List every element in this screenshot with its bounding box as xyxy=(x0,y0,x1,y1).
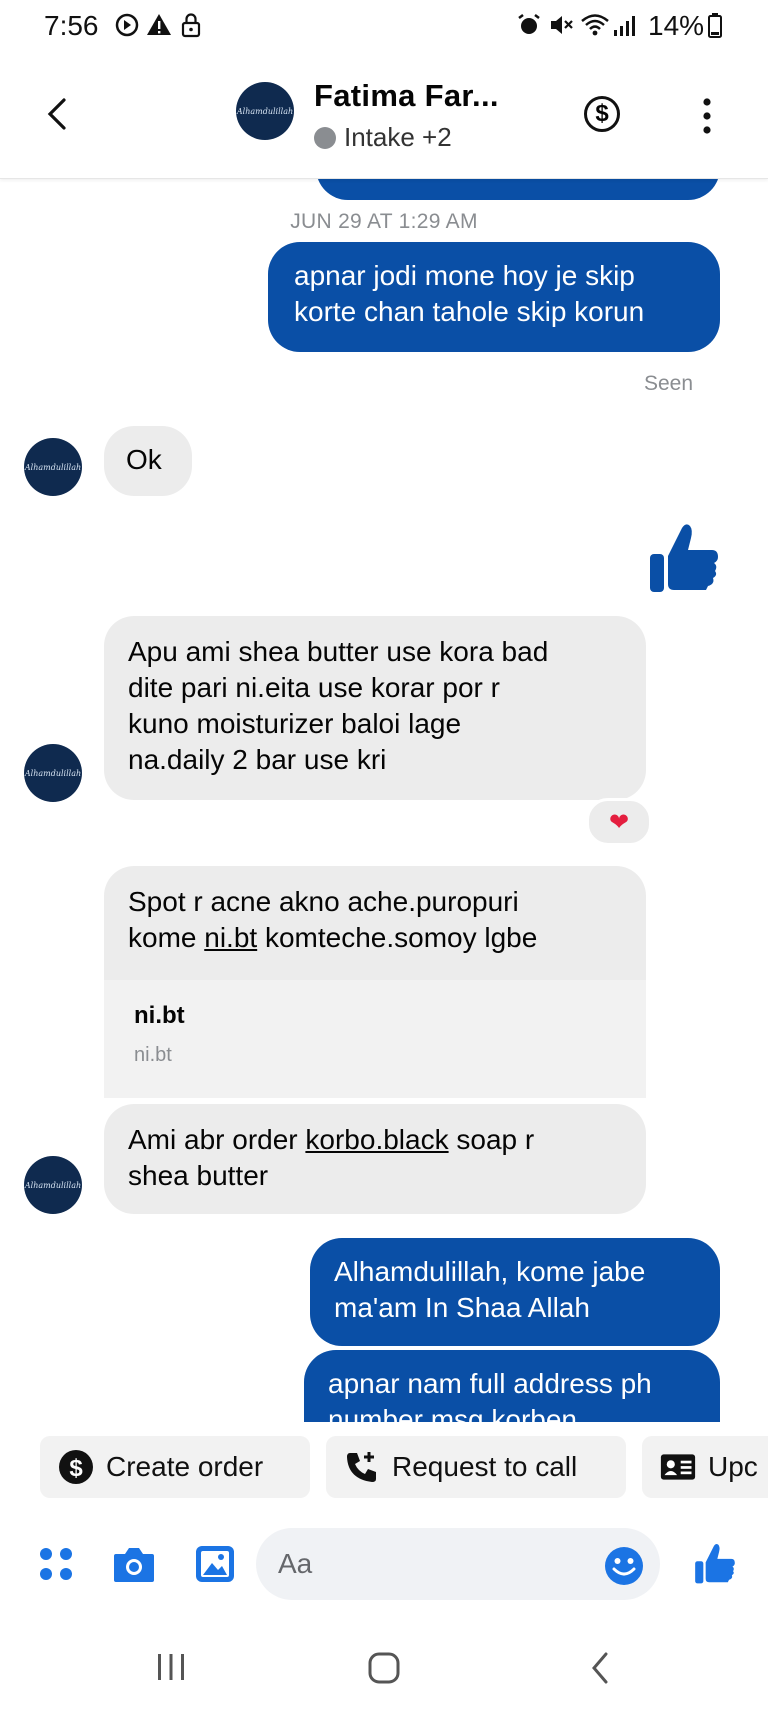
phone-plus-icon xyxy=(344,1449,380,1485)
id-card-icon xyxy=(660,1449,696,1485)
camera-icon[interactable] xyxy=(112,1544,156,1584)
battery-percentage: 14% xyxy=(648,10,705,41)
sender-avatar[interactable]: Alhamdulillah xyxy=(24,1156,82,1214)
link-preview-domain: ni.bt xyxy=(134,1044,172,1066)
status-bar: 7:56 14% xyxy=(0,0,768,52)
sender-avatar[interactable]: Alhamdulillah xyxy=(24,438,82,496)
message-text-line: kome ni.bt komteche.somoy lgbe xyxy=(128,920,622,956)
message-bubble-outgoing[interactable]: apnar nam full address ph number msg kor… xyxy=(304,1350,720,1422)
message-text-line: kuno moisturizer baloi lage xyxy=(128,708,462,739)
contact-name[interactable]: Fatima Far... xyxy=(314,78,499,114)
message-text-line: number msg korben xyxy=(328,1404,578,1422)
message-text-line: apnar nam full address ph xyxy=(328,1368,652,1399)
message-text-line: na.daily 2 bar use kri xyxy=(128,744,387,775)
apps-icon[interactable] xyxy=(36,1544,76,1584)
signal-icon xyxy=(614,16,635,36)
message-text-line: dite pari ni.eita use korar por r xyxy=(128,672,500,703)
message-text: Ok xyxy=(126,444,162,475)
message-text-line: Alhamdulillah, kome jabe xyxy=(334,1256,646,1287)
recent-apps-icon[interactable] xyxy=(154,1650,188,1684)
inline-link[interactable]: ni.bt xyxy=(204,922,257,953)
message-text-line: shea butter xyxy=(128,1160,269,1191)
text-fragment: Ami abr order xyxy=(128,1124,306,1155)
wifi-icon xyxy=(581,14,609,36)
sender-avatar[interactable]: Alhamdulillah xyxy=(24,744,82,802)
message-clip: apnar nam full address ph number msg kor… xyxy=(304,1350,724,1422)
contact-avatar[interactable]: Alhamdulillah xyxy=(236,82,294,140)
contact-subtitle-text: Intake +2 xyxy=(344,122,452,152)
dollar-circle-icon: $ xyxy=(58,1449,94,1485)
message-bubble-outgoing[interactable]: apnar jodi mone hoy je skip korte chan t… xyxy=(268,242,720,352)
message-bubble-outgoing[interactable]: Alhamdulillah, kome jabe ma'am In Shaa A… xyxy=(310,1238,720,1346)
message-bubble-incoming[interactable]: Spot r acne akno ache.puropuri kome ni.b… xyxy=(104,866,646,986)
home-icon[interactable] xyxy=(366,1650,402,1686)
heart-reaction-icon[interactable]: ❤ xyxy=(586,798,652,846)
back-icon[interactable] xyxy=(40,94,76,134)
like-sticker-icon[interactable] xyxy=(648,520,720,594)
message-timestamp: JUN 29 AT 1:29 AM xyxy=(290,210,478,233)
link-preview-title: ni.bt xyxy=(134,1002,185,1029)
battery-icon xyxy=(708,13,722,38)
status-time: 7:56 xyxy=(44,10,99,41)
chip-label: Create order xyxy=(106,1451,264,1482)
create-order-button[interactable]: $ Create order xyxy=(40,1436,310,1498)
message-text-line: Apu ami shea butter use kora bad xyxy=(128,636,549,667)
message-text-line: korte chan tahole skip korun xyxy=(294,296,645,327)
chip-label: Request to call xyxy=(392,1451,578,1482)
data-saver-icon xyxy=(115,13,139,37)
text-fragment: komteche.somoy lgbe xyxy=(257,922,538,953)
more-vertical-icon[interactable] xyxy=(700,96,714,136)
alarm-icon xyxy=(518,14,540,34)
message-input-placeholder: Aa xyxy=(278,1548,313,1579)
seen-indicator: Seen xyxy=(644,372,694,395)
text-fragment: kome xyxy=(128,922,205,953)
message-input[interactable]: Aa xyxy=(256,1528,660,1600)
emoji-icon[interactable] xyxy=(604,1546,644,1586)
text-fragment: soap r xyxy=(448,1124,535,1155)
composer-bar: Aa xyxy=(0,1522,768,1618)
inline-link[interactable]: korbo.black xyxy=(305,1124,448,1155)
message-text-line: ma'am In Shaa Allah xyxy=(334,1292,590,1323)
system-back-icon[interactable] xyxy=(586,1650,614,1686)
image-icon[interactable] xyxy=(194,1544,236,1584)
svg-text:$: $ xyxy=(69,1455,83,1482)
mute-icon xyxy=(551,16,573,34)
lock-icon xyxy=(181,13,201,38)
message-text-line: Spot r acne akno ache.puropuri xyxy=(128,886,519,917)
chip-label: Upc xyxy=(708,1451,758,1482)
message-bubble-incoming[interactable]: Ok xyxy=(104,426,192,496)
message-text-line: Ami abr order korbo.black soap r xyxy=(128,1122,622,1158)
update-button[interactable]: Upc xyxy=(642,1436,768,1498)
message-bubble-incoming[interactable]: Ami abr order korbo.black soap r shea bu… xyxy=(104,1104,646,1214)
message-text-line: apnar jodi mone hoy je skip xyxy=(294,260,635,291)
link-preview-card[interactable]: ni.bt ni.bt xyxy=(104,980,646,1098)
contact-subtitle[interactable]: Intake +2 xyxy=(314,122,452,153)
quick-actions-bar: $ Create order Request to call Upc xyxy=(0,1422,768,1506)
request-to-call-button[interactable]: Request to call xyxy=(326,1436,626,1498)
chat-header: Alhamdulillah Fatima Far... Intake +2 $ xyxy=(0,52,768,179)
message-bubble-incoming[interactable]: Apu ami shea butter use kora bad dite pa… xyxy=(104,616,646,800)
dollar-icon[interactable]: $ xyxy=(584,96,620,132)
presence-dot xyxy=(314,126,336,149)
like-icon[interactable] xyxy=(694,1540,736,1586)
system-nav-bar xyxy=(0,1620,768,1712)
warning-icon xyxy=(147,14,171,35)
